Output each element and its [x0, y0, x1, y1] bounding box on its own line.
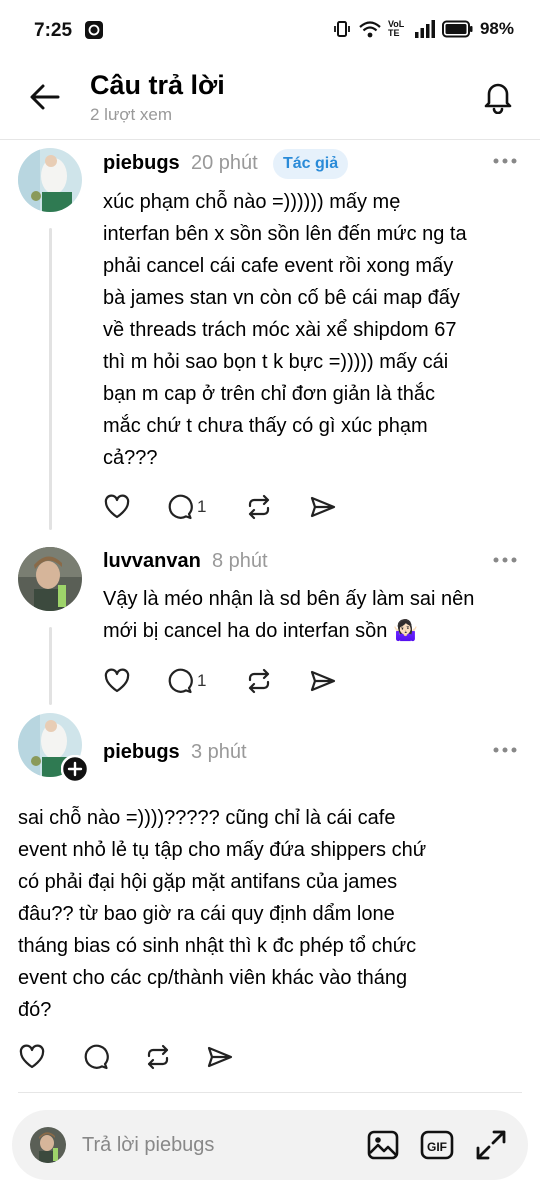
avatar[interactable]: [18, 148, 82, 212]
reply-count: 1: [197, 497, 207, 516]
comment-icon: [168, 494, 193, 520]
top-app-bar: Câu trả lời 2 lượt xem: [0, 62, 540, 140]
post-text: Vậy là méo nhận là sd bên ấy làm sai nên…: [103, 588, 475, 642]
status-time: 7:25: [34, 20, 73, 41]
like-button[interactable]: [103, 664, 131, 698]
gif-icon[interactable]: GIF: [420, 1128, 454, 1162]
wifi-icon: [359, 21, 381, 38]
username[interactable]: luvvanvan: [103, 550, 201, 573]
username[interactable]: piebugs: [103, 741, 180, 764]
repost-button[interactable]: [144, 1040, 172, 1074]
avatar-image: [18, 148, 82, 212]
svg-text:GIF: GIF: [427, 1140, 447, 1154]
reply-bar: GIF: [12, 1110, 528, 1180]
repost-icon: [248, 494, 270, 520]
thread-line: [49, 627, 52, 705]
heart-icon: [104, 668, 130, 693]
repost-button[interactable]: [245, 490, 273, 524]
repost-icon: [248, 668, 270, 694]
more-horizontal-icon[interactable]: [492, 156, 518, 166]
divider: [18, 1092, 522, 1093]
like-button[interactable]: [103, 490, 131, 524]
repost-button[interactable]: [245, 664, 273, 698]
page-title: Câu trả lời: [90, 70, 225, 100]
threads-app-icon: [85, 21, 103, 39]
signal-icon: [414, 20, 435, 38]
comment-button[interactable]: [81, 1040, 109, 1074]
repost-icon: [147, 1044, 169, 1070]
vibrate-icon: [334, 21, 350, 37]
avatar-image: [30, 1127, 66, 1163]
avatar[interactable]: [18, 547, 82, 611]
follow-plus-icon[interactable]: [61, 755, 89, 783]
thread-line: [49, 228, 52, 530]
username[interactable]: piebugs: [103, 152, 180, 175]
post-actions: 1: [103, 664, 403, 698]
status-bar: 7:25 VoLTE 98%: [0, 0, 540, 62]
send-icon: [310, 670, 336, 692]
post-text: sai chỗ nào =))))????? cũng chỉ là cái c…: [18, 807, 427, 1021]
avatar: [30, 1127, 66, 1163]
share-button[interactable]: [206, 1040, 234, 1074]
arrow-left-icon[interactable]: [28, 80, 62, 114]
post-time: 3 phút: [191, 741, 247, 763]
reply-input[interactable]: [82, 1110, 342, 1180]
status-icons: VoLTE 98%: [332, 19, 514, 39]
reply-count: 1: [197, 671, 207, 690]
more-horizontal-icon[interactable]: [492, 555, 518, 565]
post-text: xúc phạm chỗ nào =)))))) mấy mẹ interfan…: [103, 191, 467, 469]
view-count: 2 lượt xem: [90, 105, 173, 124]
comment-icon: [168, 668, 193, 694]
battery-percent: 98%: [479, 19, 514, 38]
image-icon[interactable]: [366, 1128, 400, 1162]
share-button[interactable]: [309, 490, 337, 524]
expand-icon[interactable]: [474, 1128, 508, 1162]
comment-button[interactable]: 1: [165, 664, 206, 698]
send-icon: [310, 496, 336, 518]
heart-icon: [104, 494, 130, 519]
post-actions: [18, 1040, 318, 1074]
avatar-image: [18, 547, 82, 611]
heart-icon: [19, 1044, 45, 1069]
comment-button[interactable]: 1: [165, 490, 206, 524]
post-time: 20 phút: [191, 152, 258, 174]
more-horizontal-icon[interactable]: [492, 745, 518, 755]
share-button[interactable]: [309, 664, 337, 698]
comment-icon: [84, 1044, 109, 1070]
bell-icon[interactable]: [480, 78, 516, 114]
like-button[interactable]: [18, 1040, 46, 1074]
send-icon: [207, 1046, 233, 1068]
post-time: 8 phút: [212, 550, 268, 572]
post-actions: 1: [103, 490, 403, 524]
battery-icon: [441, 20, 473, 38]
author-badge: Tác giả: [273, 149, 349, 179]
network-label: VoLTE: [387, 19, 405, 38]
